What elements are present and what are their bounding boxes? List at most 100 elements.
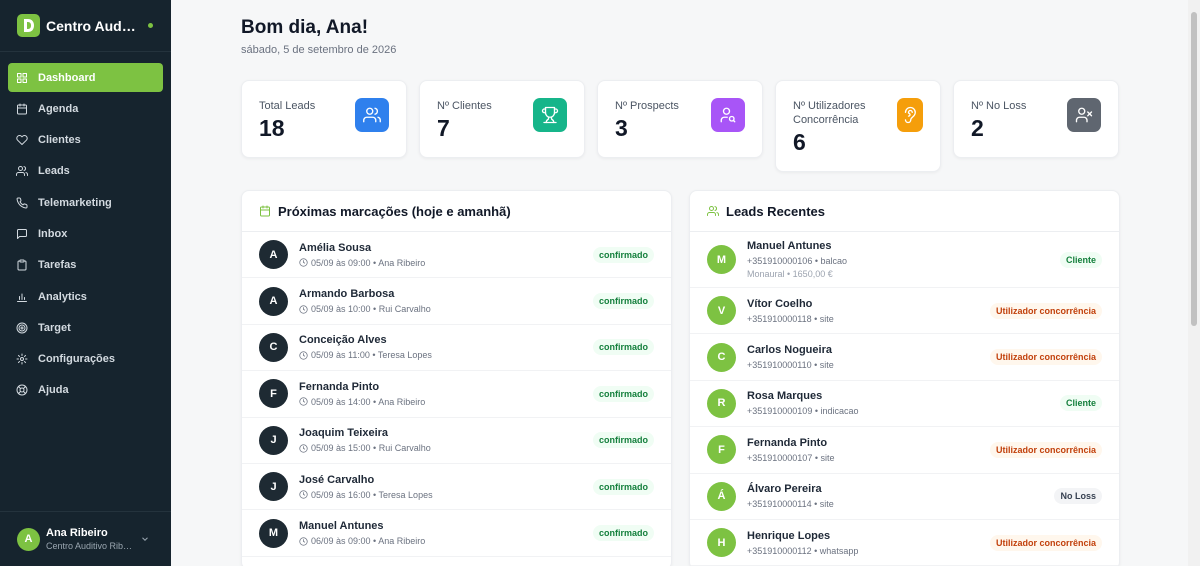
- appointment-time: 05/09 às 16:00 • Teresa Lopes: [311, 489, 433, 500]
- clock-icon: [299, 490, 308, 499]
- lead-name: Vítor Coelho: [747, 297, 813, 310]
- lead-name: Manuel Antunes: [747, 240, 832, 252]
- main-content: Bom dia, Ana! sábado, 5 de setembro de 2…: [171, 0, 1188, 566]
- panel-header: Próximas marcações (hoje e amanhã): [242, 191, 671, 232]
- lead-contact: +351910000112 • whatsapp: [747, 545, 859, 556]
- appointment-name: Armando Barbosa: [299, 288, 395, 301]
- appointment-time: 06/09 às 09:00 • Ana Ribeiro: [311, 536, 426, 547]
- appointment-row[interactable]: F Fernanda Pinto 05/09 às 14:00 • Ana Ribe…: [242, 371, 671, 418]
- grid-icon: [17, 72, 27, 83]
- appointment-time: 05/09 às 11:00 • Teresa Lopes: [311, 350, 432, 361]
- stat-card-no-loss[interactable]: Nº No Loss 2: [953, 80, 1119, 158]
- scrollbar-thumb[interactable]: [1191, 12, 1197, 326]
- sidebar-item-ajuda[interactable]: Ajuda: [8, 376, 163, 405]
- lead-row[interactable]: C Carlos Nogueira +351910000110 • site Util…: [690, 334, 1119, 381]
- panel-title: Próximas marcações (hoje e amanhã): [278, 203, 511, 219]
- sidebar-item-label: Clientes: [38, 134, 81, 147]
- status-badge: confirmado: [592, 246, 654, 263]
- stat-card-concorrencia[interactable]: Nº Utilizadores Concorrência 6: [775, 80, 941, 172]
- lead-contact: +351910000106 • balcao: [747, 256, 847, 266]
- lead-contact: +351910000110 • site: [747, 360, 834, 371]
- brand-logo-icon: [17, 14, 40, 37]
- sidebar-item-label: Tarefas: [38, 259, 77, 272]
- stat-card-total-leads[interactable]: Total Leads 18: [241, 80, 407, 158]
- sidebar-nav: Dashboard Agenda Clientes Leads Telemark…: [0, 52, 171, 418]
- appointment-name: José Carvalho: [299, 473, 375, 486]
- page-scrollbar[interactable]: [1188, 0, 1200, 566]
- lead-row[interactable]: V Vítor Coelho +351910000118 • site Utiliza…: [690, 288, 1119, 335]
- status-badge: Utilizador concorrência: [989, 349, 1102, 366]
- status-badge: confirmado: [592, 432, 654, 449]
- status-badge: confirmado: [592, 339, 654, 356]
- appointment-time: 05/09 às 10:00 • Rui Carvalho: [311, 304, 431, 315]
- avatar: F: [707, 435, 736, 465]
- stat-label: Total Leads: [259, 100, 316, 112]
- stat-card-clientes[interactable]: Nº Clientes 7: [419, 80, 585, 158]
- trophy-icon: [533, 98, 567, 132]
- sidebar-item-clientes[interactable]: Clientes: [8, 126, 163, 155]
- appointment-row[interactable]: C Conceição Alves 05/09 às 11:00 • Teresa …: [242, 325, 671, 372]
- sidebar-item-label: Ajuda: [38, 384, 69, 397]
- lead-row[interactable]: M Manuel Antunes +351910000106 • balcao Mon…: [690, 232, 1119, 288]
- inbox-icon: [17, 228, 27, 239]
- help-icon: [16, 384, 28, 396]
- lead-row[interactable]: H Henrique Lopes +351910000112 • whatsapp U…: [690, 520, 1119, 566]
- brand-name: Centro Auditivo Ribeiro: [46, 17, 138, 34]
- user-name: Ana Ribeiro: [46, 527, 108, 539]
- status-badge: confirmado: [592, 478, 654, 495]
- brand[interactable]: Centro Auditivo Ribeiro: [0, 0, 171, 52]
- heart-icon: [16, 135, 28, 146]
- sidebar-item-configuracoes[interactable]: Configurações: [8, 345, 163, 374]
- lead-row[interactable]: Á Álvaro Pereira +351910000114 • site No Lo…: [690, 474, 1119, 520]
- stat-card-prospects[interactable]: Nº Prospects 3: [597, 80, 763, 158]
- appointment-name: Conceição Alves: [299, 334, 387, 347]
- calendar-icon: [17, 103, 27, 115]
- user-search-icon: [711, 98, 745, 132]
- sidebar-item-tarefas[interactable]: Tarefas: [8, 251, 163, 280]
- stat-label: Nº Utilizadores Concorrência: [793, 100, 866, 126]
- avatar: C: [707, 342, 736, 372]
- avatar: J: [259, 472, 288, 502]
- clipboard-icon: [17, 259, 27, 271]
- gear-icon: [16, 353, 28, 365]
- sidebar-item-target[interactable]: Target: [8, 313, 163, 342]
- appointment-time: 05/09 às 15:00 • Rui Carvalho: [311, 443, 431, 454]
- sidebar-item-label: Target: [38, 321, 71, 334]
- sidebar-item-leads[interactable]: Leads: [8, 157, 163, 186]
- page-title: Bom dia, Ana!: [241, 17, 369, 38]
- avatar: V: [707, 296, 736, 326]
- leads-panel: Leads Recentes M Manuel Antunes +351910000…: [689, 190, 1120, 566]
- lead-row[interactable]: F Fernanda Pinto +351910000107 • site Utili…: [690, 427, 1119, 474]
- appointment-name: Amélia Sousa: [299, 241, 372, 254]
- avatar: A: [259, 286, 288, 316]
- status-badge: confirmado: [592, 293, 654, 310]
- sidebar-item-telemarketing[interactable]: Telemarketing: [8, 188, 163, 217]
- sidebar-item-label: Dashboard: [38, 71, 96, 84]
- panel-header: Leads Recentes: [690, 191, 1119, 232]
- clock-icon: [299, 397, 308, 406]
- chevron-down-icon: [142, 537, 148, 541]
- appointment-row[interactable]: A Amélia Sousa 05/09 às 09:00 • Ana Ribeir…: [242, 232, 671, 279]
- sidebar-item-analytics[interactable]: Analytics: [8, 282, 163, 311]
- avatar: F: [259, 379, 288, 409]
- avatar: C: [259, 332, 288, 362]
- sidebar-item-inbox[interactable]: Inbox: [8, 219, 163, 248]
- lead-name: Carlos Nogueira: [747, 344, 832, 357]
- sidebar-item-label: Analytics: [38, 290, 87, 303]
- clock-icon: [299, 351, 308, 360]
- sidebar-item-agenda[interactable]: Agenda: [8, 94, 163, 123]
- appointment-row[interactable]: J Joaquim Teixeira 05/09 às 15:00 • Rui Ca…: [242, 418, 671, 464]
- stat-value: 2: [971, 115, 984, 141]
- lead-contact: +351910000107 • site: [747, 452, 835, 463]
- stat-label: Nº Prospects: [615, 100, 679, 112]
- sidebar-item-label: Inbox: [38, 227, 68, 240]
- appointment-row[interactable]: A Armando Barbosa 05/09 às 10:00 • Rui Car…: [242, 278, 671, 325]
- avatar: A: [17, 527, 40, 551]
- user-menu[interactable]: A Ana Ribeiro Centro Auditivo Ribeiro: [0, 511, 171, 566]
- lead-row[interactable]: R Rosa Marques +351910000109 • indicacao Cl…: [690, 381, 1119, 428]
- appointment-row[interactable]: J José Carvalho 05/09 às 16:00 • Teresa Lo…: [242, 464, 671, 511]
- sidebar-item-dashboard[interactable]: Dashboard: [8, 63, 163, 92]
- lead-contact: +351910000114 • site: [747, 499, 834, 510]
- appointment-row[interactable]: M Manuel Antunes 06/09 às 09:00 • Ana Ribe…: [242, 510, 671, 557]
- appointment-name: Fernanda Pinto: [299, 380, 380, 393]
